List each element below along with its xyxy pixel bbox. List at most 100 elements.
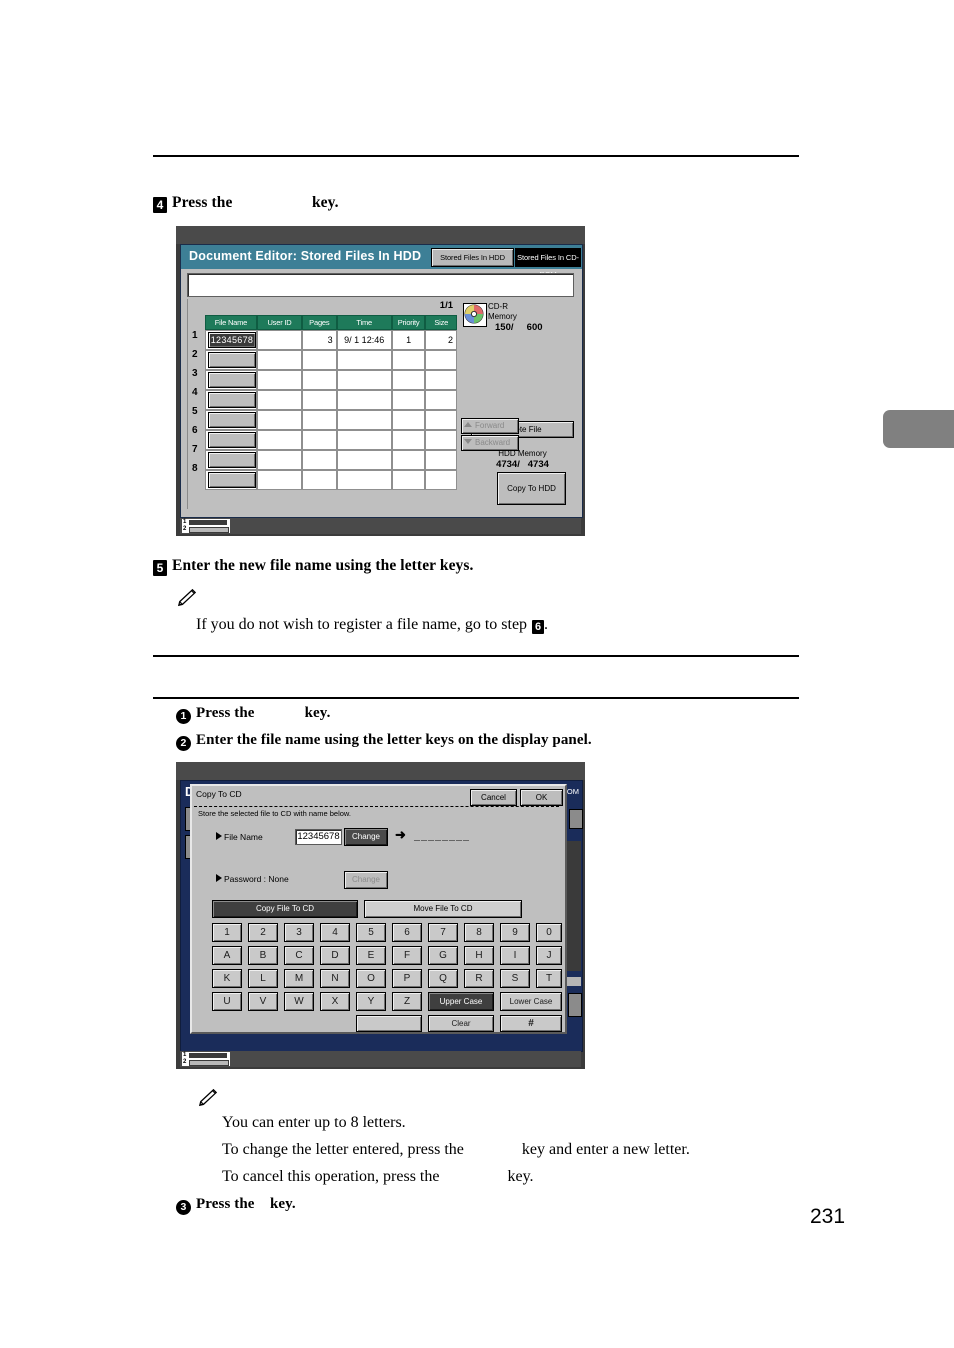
key-r[interactable]: R	[464, 969, 494, 988]
backward-button[interactable]: Backward	[461, 435, 519, 451]
file-name-display-field[interactable]	[187, 273, 574, 297]
file-name-button[interactable]	[208, 432, 256, 448]
key-x[interactable]: X	[320, 992, 350, 1011]
tab-stored-files-in-hdd[interactable]: Stored Files In HDD	[431, 248, 514, 267]
key-v[interactable]: V	[248, 992, 278, 1011]
key-7[interactable]: 7	[428, 923, 458, 942]
clear-button[interactable]: Clear	[428, 1015, 494, 1032]
panel-top-strip-b	[176, 762, 585, 780]
ok-button[interactable]: OK	[520, 789, 563, 806]
row-index: 6	[192, 425, 198, 436]
table-row[interactable]	[205, 350, 457, 370]
file-name-button[interactable]	[208, 472, 256, 488]
copy-to-cd-dialog: Copy To CD Cancel OK Store the selected …	[190, 784, 567, 1034]
screenshot-stored-files-hdd: Document Editor: Stored Files In HDD Sto…	[176, 226, 585, 536]
paper-tray-bar-a: 1 2	[180, 518, 581, 534]
bottom-note-line-3: To cancel this operation, press the key.	[222, 1168, 534, 1186]
row-index: 8	[192, 463, 198, 474]
step-5-number: 5	[153, 560, 167, 576]
key-4[interactable]: 4	[320, 923, 350, 942]
cell-priority	[391, 390, 426, 410]
substep-3-text-pre: Press the	[196, 1196, 255, 1212]
key-c[interactable]: C	[284, 946, 314, 965]
key-w[interactable]: W	[284, 992, 314, 1011]
substep-3-heading: 3 Press the key.	[176, 1196, 296, 1215]
key-5[interactable]: 5	[356, 923, 386, 942]
key-t[interactable]: T	[536, 969, 562, 988]
file-name-button[interactable]	[208, 352, 256, 368]
key-n[interactable]: N	[320, 969, 350, 988]
screenshot-copy-to-cd: D OM Copy To CD Cancel OK Store the sele…	[176, 762, 585, 1069]
key-a[interactable]: A	[212, 946, 242, 965]
step-4-key-gap	[232, 194, 312, 211]
key-d[interactable]: D	[320, 946, 350, 965]
move-file-to-cd-button[interactable]: Move File To CD	[364, 900, 522, 918]
copy-to-hdd-button[interactable]: Copy To HDD	[497, 472, 566, 505]
file-name-change-button[interactable]: Change	[344, 828, 388, 846]
key-6[interactable]: 6	[392, 923, 422, 942]
key-3[interactable]: 3	[284, 923, 314, 942]
lower-case-button[interactable]: Lower Case	[500, 992, 562, 1011]
file-name-button[interactable]	[208, 412, 256, 428]
file-name-button[interactable]: 12345678	[208, 332, 256, 348]
table-row[interactable]: 12345678 3 9/ 1 12:46 1 2	[205, 330, 457, 350]
key-1[interactable]: 1	[212, 923, 242, 942]
tray-row-label: 1	[183, 1052, 187, 1058]
key-y[interactable]: Y	[356, 992, 386, 1011]
key-z[interactable]: Z	[392, 992, 422, 1011]
arrow-down-icon	[464, 439, 472, 444]
hash-key[interactable]: #	[500, 1015, 562, 1032]
password-change-button[interactable]: Change	[344, 871, 388, 889]
key-h[interactable]: H	[464, 946, 494, 965]
forward-button[interactable]: Forward	[461, 418, 519, 434]
key-9[interactable]: 9	[500, 923, 530, 942]
key-i[interactable]: I	[500, 946, 530, 965]
cell-time: 9/ 1 12:46	[336, 330, 392, 350]
file-name-button[interactable]	[208, 392, 256, 408]
table-row[interactable]	[205, 390, 457, 410]
tray-stack-icon	[189, 1053, 227, 1058]
key-j[interactable]: J	[536, 946, 562, 965]
cancel-button[interactable]: Cancel	[470, 789, 517, 806]
cell-time	[336, 410, 392, 430]
key-b[interactable]: B	[248, 946, 278, 965]
col-size: Size	[425, 315, 457, 330]
key-u[interactable]: U	[212, 992, 242, 1011]
key-l[interactable]: L	[248, 969, 278, 988]
table-row[interactable]	[205, 450, 457, 470]
table-row[interactable]	[205, 410, 457, 430]
key-p[interactable]: P	[392, 969, 422, 988]
key-2[interactable]: 2	[248, 923, 278, 942]
cell-user-id	[256, 370, 303, 390]
file-name-button[interactable]	[208, 372, 256, 388]
key-o[interactable]: O	[356, 969, 386, 988]
substep-3-text-post: key.	[269, 1196, 296, 1212]
cell-priority	[391, 470, 426, 490]
key-k[interactable]: K	[212, 969, 242, 988]
backward-label: Backward	[475, 438, 511, 447]
cd-memory-label: CD-R Memory	[488, 302, 517, 322]
file-name-button[interactable]	[208, 452, 256, 468]
substep-2-text: Enter the file name using the letter key…	[196, 732, 592, 748]
key-8[interactable]: 8	[464, 923, 494, 942]
underlying-label-strip	[567, 977, 581, 986]
table-row[interactable]	[205, 470, 457, 490]
tab-stored-files-in-cdrom[interactable]: Stored Files In CD-ROM	[515, 248, 581, 279]
cell-user-id	[256, 390, 303, 410]
copy-file-to-cd-button[interactable]: Copy File To CD	[212, 900, 358, 918]
key-s[interactable]: S	[500, 969, 530, 988]
table-row[interactable]	[205, 370, 457, 390]
key-m[interactable]: M	[284, 969, 314, 988]
key-g[interactable]: G	[428, 946, 458, 965]
space-key[interactable]	[356, 1015, 422, 1032]
key-e[interactable]: E	[356, 946, 386, 965]
substep-1-number: 1	[176, 709, 191, 724]
cell-pages	[302, 450, 337, 470]
cell-priority	[391, 450, 426, 470]
key-f[interactable]: F	[392, 946, 422, 965]
upper-case-button[interactable]: Upper Case	[428, 992, 494, 1011]
key-q[interactable]: Q	[428, 969, 458, 988]
table-row[interactable]	[205, 430, 457, 450]
key-0[interactable]: 0	[536, 923, 562, 942]
cell-size: 2	[425, 330, 457, 350]
